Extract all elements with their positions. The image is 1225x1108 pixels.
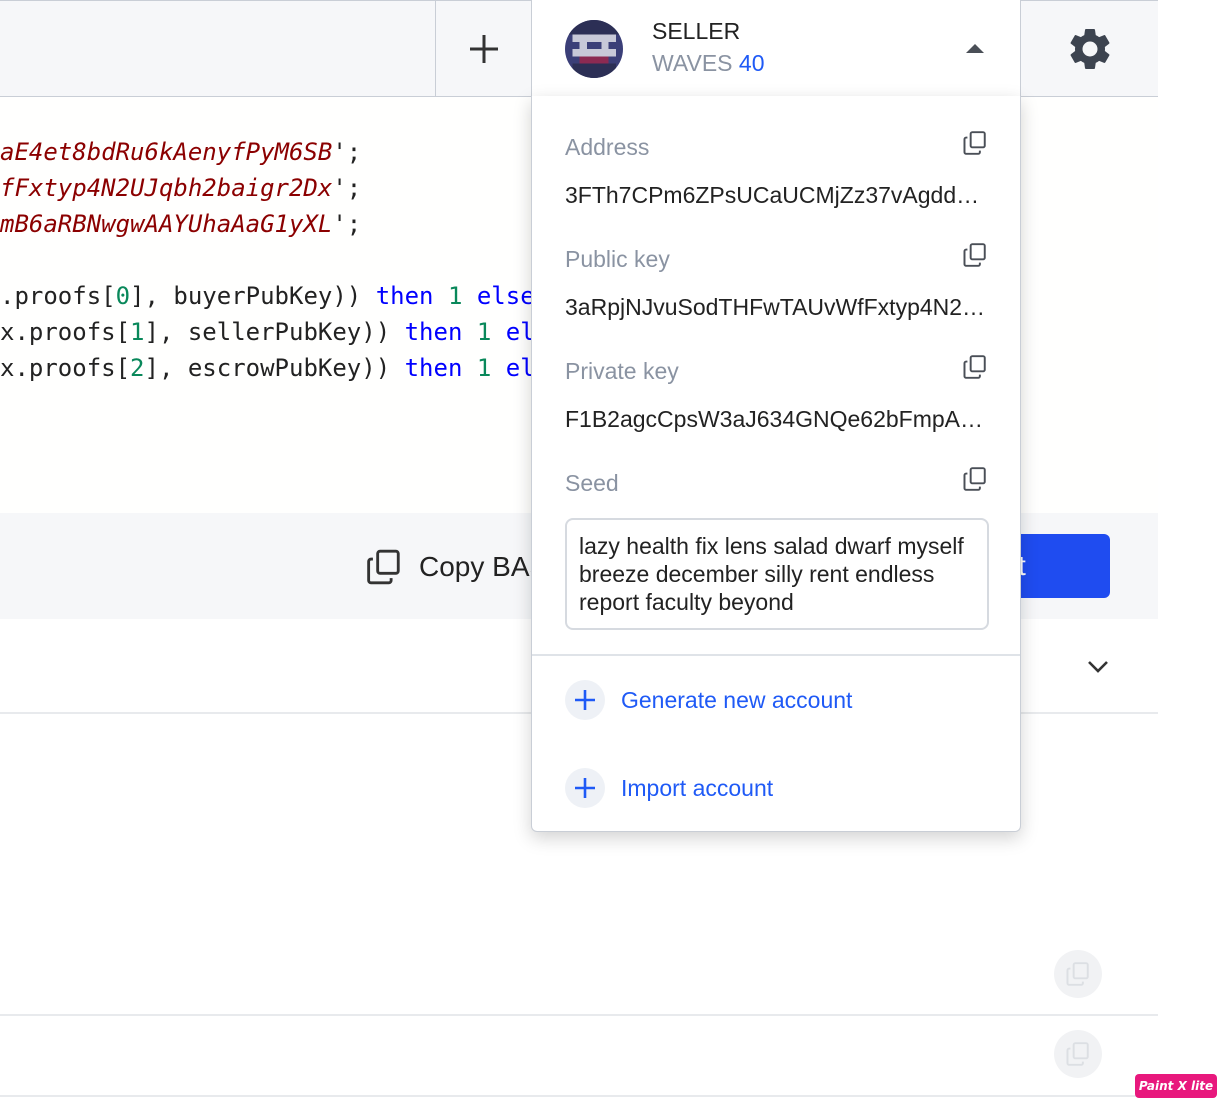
copy-icon bbox=[367, 549, 400, 585]
copy-icon bbox=[963, 243, 986, 267]
code-line: fFxtyp4N2UJqbh2baigr2Dx'; bbox=[0, 174, 362, 202]
panel-toggle-button[interactable] bbox=[1086, 656, 1110, 681]
code-line: aE4et8bdRu6kAenyfPyM6SB'; bbox=[0, 138, 362, 166]
copy-button[interactable] bbox=[1054, 950, 1102, 998]
generate-account-label: Generate new account bbox=[621, 686, 853, 713]
private-key-value: F1B2agcCpsW3aJ634GNQe62bFmpA… bbox=[565, 406, 984, 432]
account-selector[interactable]: SELLER WAVES 40 bbox=[531, 0, 1021, 97]
address-label: Address bbox=[565, 134, 650, 160]
copy-icon bbox=[963, 467, 986, 491]
copy-icon bbox=[1066, 962, 1089, 986]
account-dropdown: Address 3FTh7CPm6ZPsUCaUCMjZz37vAgdd… Pu… bbox=[531, 96, 1021, 832]
copy-address-button[interactable] bbox=[962, 130, 988, 161]
paint-x-lite-watermark: Paint X lite bbox=[1135, 1074, 1217, 1098]
chevron-down-icon bbox=[1088, 661, 1108, 673]
plus-icon bbox=[565, 680, 605, 720]
address-value: 3FTh7CPm6ZPsUCaUCMjZz37vAgdd… bbox=[565, 182, 980, 208]
seed-label: Seed bbox=[565, 470, 619, 496]
divider bbox=[0, 1014, 1158, 1016]
avatar bbox=[565, 20, 623, 78]
copy-base64-label: Copy BAS bbox=[419, 551, 549, 582]
plus-icon bbox=[565, 768, 605, 808]
account-name: SELLER bbox=[652, 18, 741, 44]
copy-icon bbox=[963, 355, 986, 379]
gear-icon bbox=[1070, 28, 1109, 69]
caret-up-icon bbox=[966, 44, 984, 53]
copy-private-key-button[interactable] bbox=[962, 354, 988, 385]
divider bbox=[0, 1095, 1158, 1097]
balance-amount: 40 bbox=[738, 50, 765, 76]
copy-icon bbox=[963, 131, 986, 155]
code-line: x.proofs[2], escrowPubKey)) then 1 el bbox=[0, 354, 535, 382]
public-key-value: 3aRpjNJvuSodTHFwTAUvWfFxtyp4N2… bbox=[565, 294, 986, 320]
generate-account-button[interactable]: Generate new account bbox=[565, 680, 852, 720]
private-key-label: Private key bbox=[565, 358, 679, 384]
copy-base64-button[interactable]: Copy BAS bbox=[365, 547, 548, 587]
plus-icon bbox=[469, 34, 498, 63]
code-line: .proofs[0], buyerPubKey)) then 1 else bbox=[0, 282, 535, 310]
import-account-button[interactable]: Import account bbox=[565, 768, 773, 808]
account-balance: WAVES 40 bbox=[652, 50, 765, 77]
divider bbox=[532, 654, 1020, 656]
copy-seed-button[interactable] bbox=[962, 466, 988, 497]
code-line: x.proofs[1], sellerPubKey)) then 1 el bbox=[0, 318, 535, 346]
balance-currency: WAVES bbox=[652, 50, 733, 76]
add-button[interactable] bbox=[435, 0, 531, 97]
settings-button[interactable] bbox=[1021, 0, 1158, 97]
code-line: mB6aRBNwgwAAYUhaAaG1yXL'; bbox=[0, 210, 362, 238]
import-account-label: Import account bbox=[621, 774, 774, 801]
copy-icon bbox=[1066, 1042, 1089, 1066]
public-key-label: Public key bbox=[565, 246, 670, 272]
copy-button[interactable] bbox=[1054, 1030, 1102, 1078]
seed-textarea[interactable]: lazy health fix lens salad dwarf myself … bbox=[565, 518, 989, 630]
copy-public-key-button[interactable] bbox=[962, 242, 988, 273]
